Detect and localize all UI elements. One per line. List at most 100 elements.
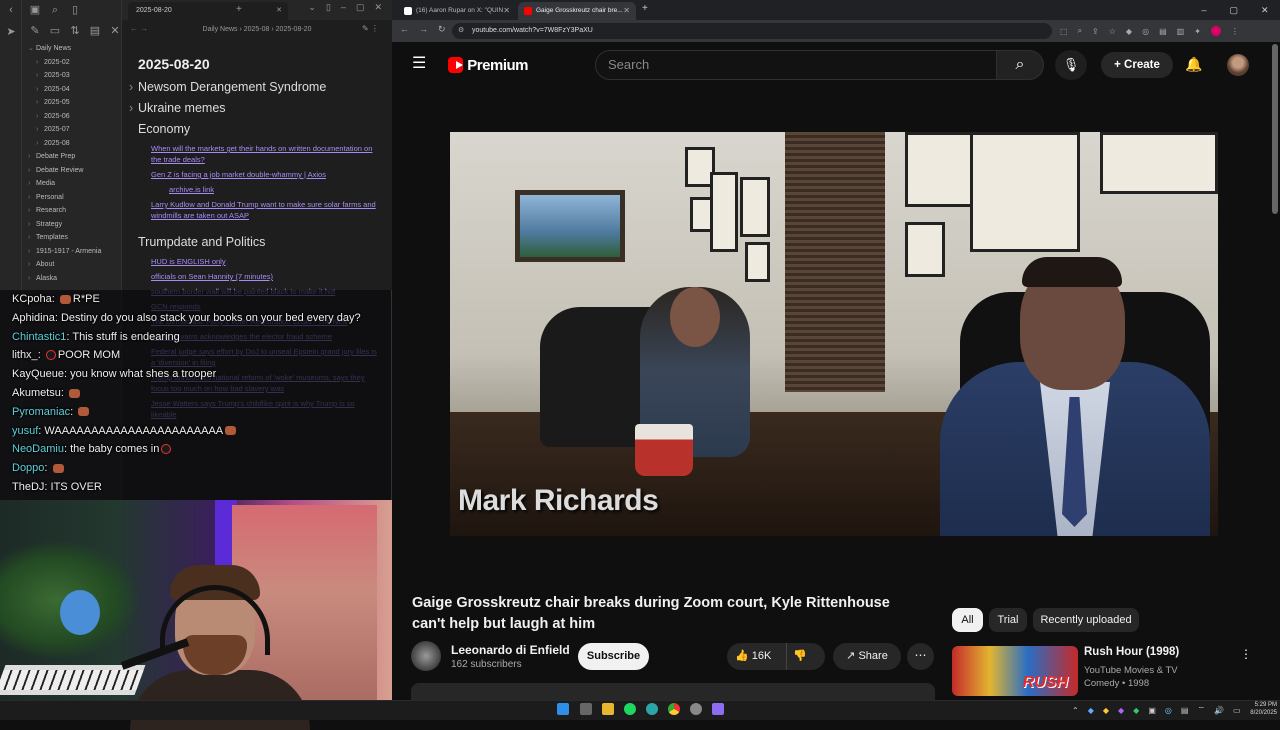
tab-daily-note[interactable]: 2025-08-20 ✕ <box>128 2 288 20</box>
tray-app-icon[interactable]: ▤ <box>1181 706 1189 715</box>
channel-name[interactable]: Leeonardo di Enfield <box>451 643 570 657</box>
chat-username[interactable]: KCpoha <box>12 293 52 305</box>
file-tree-item[interactable]: › Debate Review <box>28 164 122 178</box>
file-tree-item[interactable]: › 2025-07 <box>28 123 122 137</box>
new-folder-icon[interactable]: ▭ <box>48 24 62 38</box>
folder-icon[interactable]: ▣ <box>28 3 42 17</box>
note-link[interactable]: HUD is ENGLISH only <box>151 256 378 267</box>
note-link[interactable]: Gen Z is facing a job market double-wham… <box>151 169 378 180</box>
close-icon[interactable]: ✕ <box>503 2 510 20</box>
note-link[interactable]: archive.is link <box>169 184 378 195</box>
browser-tab[interactable]: (16) Aaron Rupar on X: "QUIN ✕ <box>398 2 516 20</box>
chat-username[interactable]: NeoDamiu <box>12 443 64 455</box>
avatar[interactable] <box>1227 54 1249 76</box>
site-info-icon[interactable]: ⚙ <box>458 23 464 39</box>
forward-icon[interactable]: → <box>419 24 428 35</box>
puzzle-icon[interactable]: ✦ <box>1194 27 1201 36</box>
notifications-bell-icon[interactable]: 🔔 <box>1185 55 1203 73</box>
search-input[interactable]: Search <box>595 50 997 80</box>
share-button[interactable]: ↗ Share <box>833 643 901 670</box>
spotify-icon[interactable] <box>624 703 636 715</box>
chat-username[interactable]: Doppo <box>12 462 44 474</box>
file-tree-item[interactable]: › 2025-06 <box>28 110 122 124</box>
star-icon[interactable]: ☆ <box>1109 27 1116 36</box>
network-icon[interactable]: ⌔ <box>1197 705 1205 715</box>
video-player[interactable]: Mark Richards <box>450 132 1218 536</box>
page-scrollbar[interactable] <box>1272 44 1278 214</box>
task-view-icon[interactable] <box>580 703 592 715</box>
recommendation-title[interactable]: Rush Hour (1998) <box>1084 646 1179 658</box>
chrome-icon[interactable] <box>668 703 680 715</box>
file-tree-item[interactable]: › Strategy <box>28 218 122 232</box>
file-tree-item[interactable]: › Alaska <box>28 272 122 286</box>
voice-search-button[interactable]: 🎙 <box>1055 50 1087 80</box>
chevron-up-icon[interactable]: ⌃ <box>1072 706 1079 715</box>
edit-icon[interactable]: ✎ ⋮ <box>362 24 379 33</box>
like-button[interactable]: 👍 16K <box>727 643 787 670</box>
tray-app-icon[interactable]: ◎ <box>1165 706 1172 715</box>
more-actions-button[interactable]: ⋯ <box>907 643 934 670</box>
maximize-icon[interactable]: ▢ <box>1229 5 1238 16</box>
tray-app-icon[interactable]: ◆ <box>1088 706 1094 715</box>
chat-username[interactable]: yusuf <box>12 425 38 437</box>
chip-trial[interactable]: Trial <box>989 608 1027 632</box>
send-icon[interactable]: ➤ <box>4 25 18 39</box>
minimize-icon[interactable]: – <box>1201 5 1206 15</box>
hamburger-menu-icon[interactable]: ☰ <box>412 55 430 73</box>
file-tree-item[interactable]: › Research <box>28 204 122 218</box>
close-icon[interactable]: ✕ <box>374 2 382 13</box>
chat-username[interactable]: Akumetsu <box>12 387 61 399</box>
obsidian-icon[interactable] <box>712 703 724 715</box>
channel-avatar[interactable] <box>411 641 441 671</box>
file-tree-item[interactable]: › Debate Prep <box>28 150 122 164</box>
back-icon[interactable]: ← <box>400 24 409 35</box>
menu-icon[interactable]: ⋮ <box>1231 27 1239 36</box>
chip-all[interactable]: All <box>952 608 983 632</box>
windows-start-icon[interactable] <box>557 703 569 715</box>
address-bar[interactable]: ⚙ youtube.com/watch?v=7W8FzY3PaXU <box>452 23 1052 39</box>
recommendation-thumbnail[interactable]: RUSH <box>952 646 1078 696</box>
install-icon[interactable]: ⬚ <box>1060 27 1068 36</box>
obs-icon[interactable] <box>690 703 702 715</box>
chip-recently-uploaded[interactable]: Recently uploaded <box>1033 608 1139 632</box>
bookmark-icon[interactable]: ▯ <box>68 3 82 17</box>
kebab-menu-icon[interactable]: ⋮ <box>1240 647 1252 661</box>
extension-icon[interactable]: ◎ <box>1142 27 1149 36</box>
new-tab-icon[interactable]: + <box>236 4 242 15</box>
dislike-button[interactable]: 👎 <box>793 643 823 670</box>
maximize-icon[interactable]: ▢ <box>356 2 365 13</box>
file-tree-item[interactable]: › 2025-03 <box>28 69 122 83</box>
file-tree-item[interactable]: › 2025-08 <box>28 137 122 151</box>
extension-icon[interactable]: ▥ <box>1177 27 1185 36</box>
file-tree-item[interactable]: › 2025-02 <box>28 56 122 70</box>
file-tree-item[interactable]: ⌄ Daily News <box>28 42 122 56</box>
file-tree-item[interactable]: › Personal <box>28 191 122 205</box>
file-tree-item[interactable]: › Media <box>28 177 122 191</box>
create-button[interactable]: + Create <box>1101 52 1173 78</box>
browser-tab-active[interactable]: Gaige Grosskreutz chair bre... ✕ <box>518 2 636 20</box>
profile-icon[interactable] <box>1210 26 1221 36</box>
note-link[interactable]: Larry Kudlow and Donald Trump want to ma… <box>151 199 378 221</box>
zoom-icon[interactable]: ⌕ <box>1078 26 1082 36</box>
file-tree-item[interactable]: › About <box>28 258 122 272</box>
file-tree-item[interactable]: › Templates <box>28 231 122 245</box>
sort-icon[interactable]: ⇅ <box>68 24 82 38</box>
folded-heading[interactable]: Newsom Derangement Syndrome <box>138 80 378 94</box>
file-tree-item[interactable]: › 1915-1917 - Armenia <box>28 245 122 259</box>
file-explorer-icon[interactable] <box>602 703 614 715</box>
chat-username[interactable]: Chintastic1 <box>12 331 66 343</box>
chat-username[interactable]: Pyromaniac <box>12 406 70 418</box>
new-note-icon[interactable]: ✎ <box>28 24 42 38</box>
close-icon[interactable]: ✕ <box>623 2 630 20</box>
tray-app-icon[interactable]: ◆ <box>1103 706 1109 715</box>
extension-icon[interactable]: ◆ <box>1126 27 1132 36</box>
folded-heading[interactable]: Ukraine memes <box>138 101 378 115</box>
minimize-icon[interactable]: – <box>341 2 346 13</box>
chat-username[interactable]: KayQueue <box>12 368 64 380</box>
note-link[interactable]: When will the markets get their hands on… <box>151 143 378 165</box>
collapse-icon[interactable]: ▤ <box>88 24 102 38</box>
new-tab-icon[interactable]: + <box>642 3 648 14</box>
chat-username[interactable]: lithx_ <box>12 349 38 361</box>
recommendation-channel[interactable]: YouTube Movies & TV <box>1084 665 1178 676</box>
close-icon[interactable]: ✕ <box>108 24 122 38</box>
